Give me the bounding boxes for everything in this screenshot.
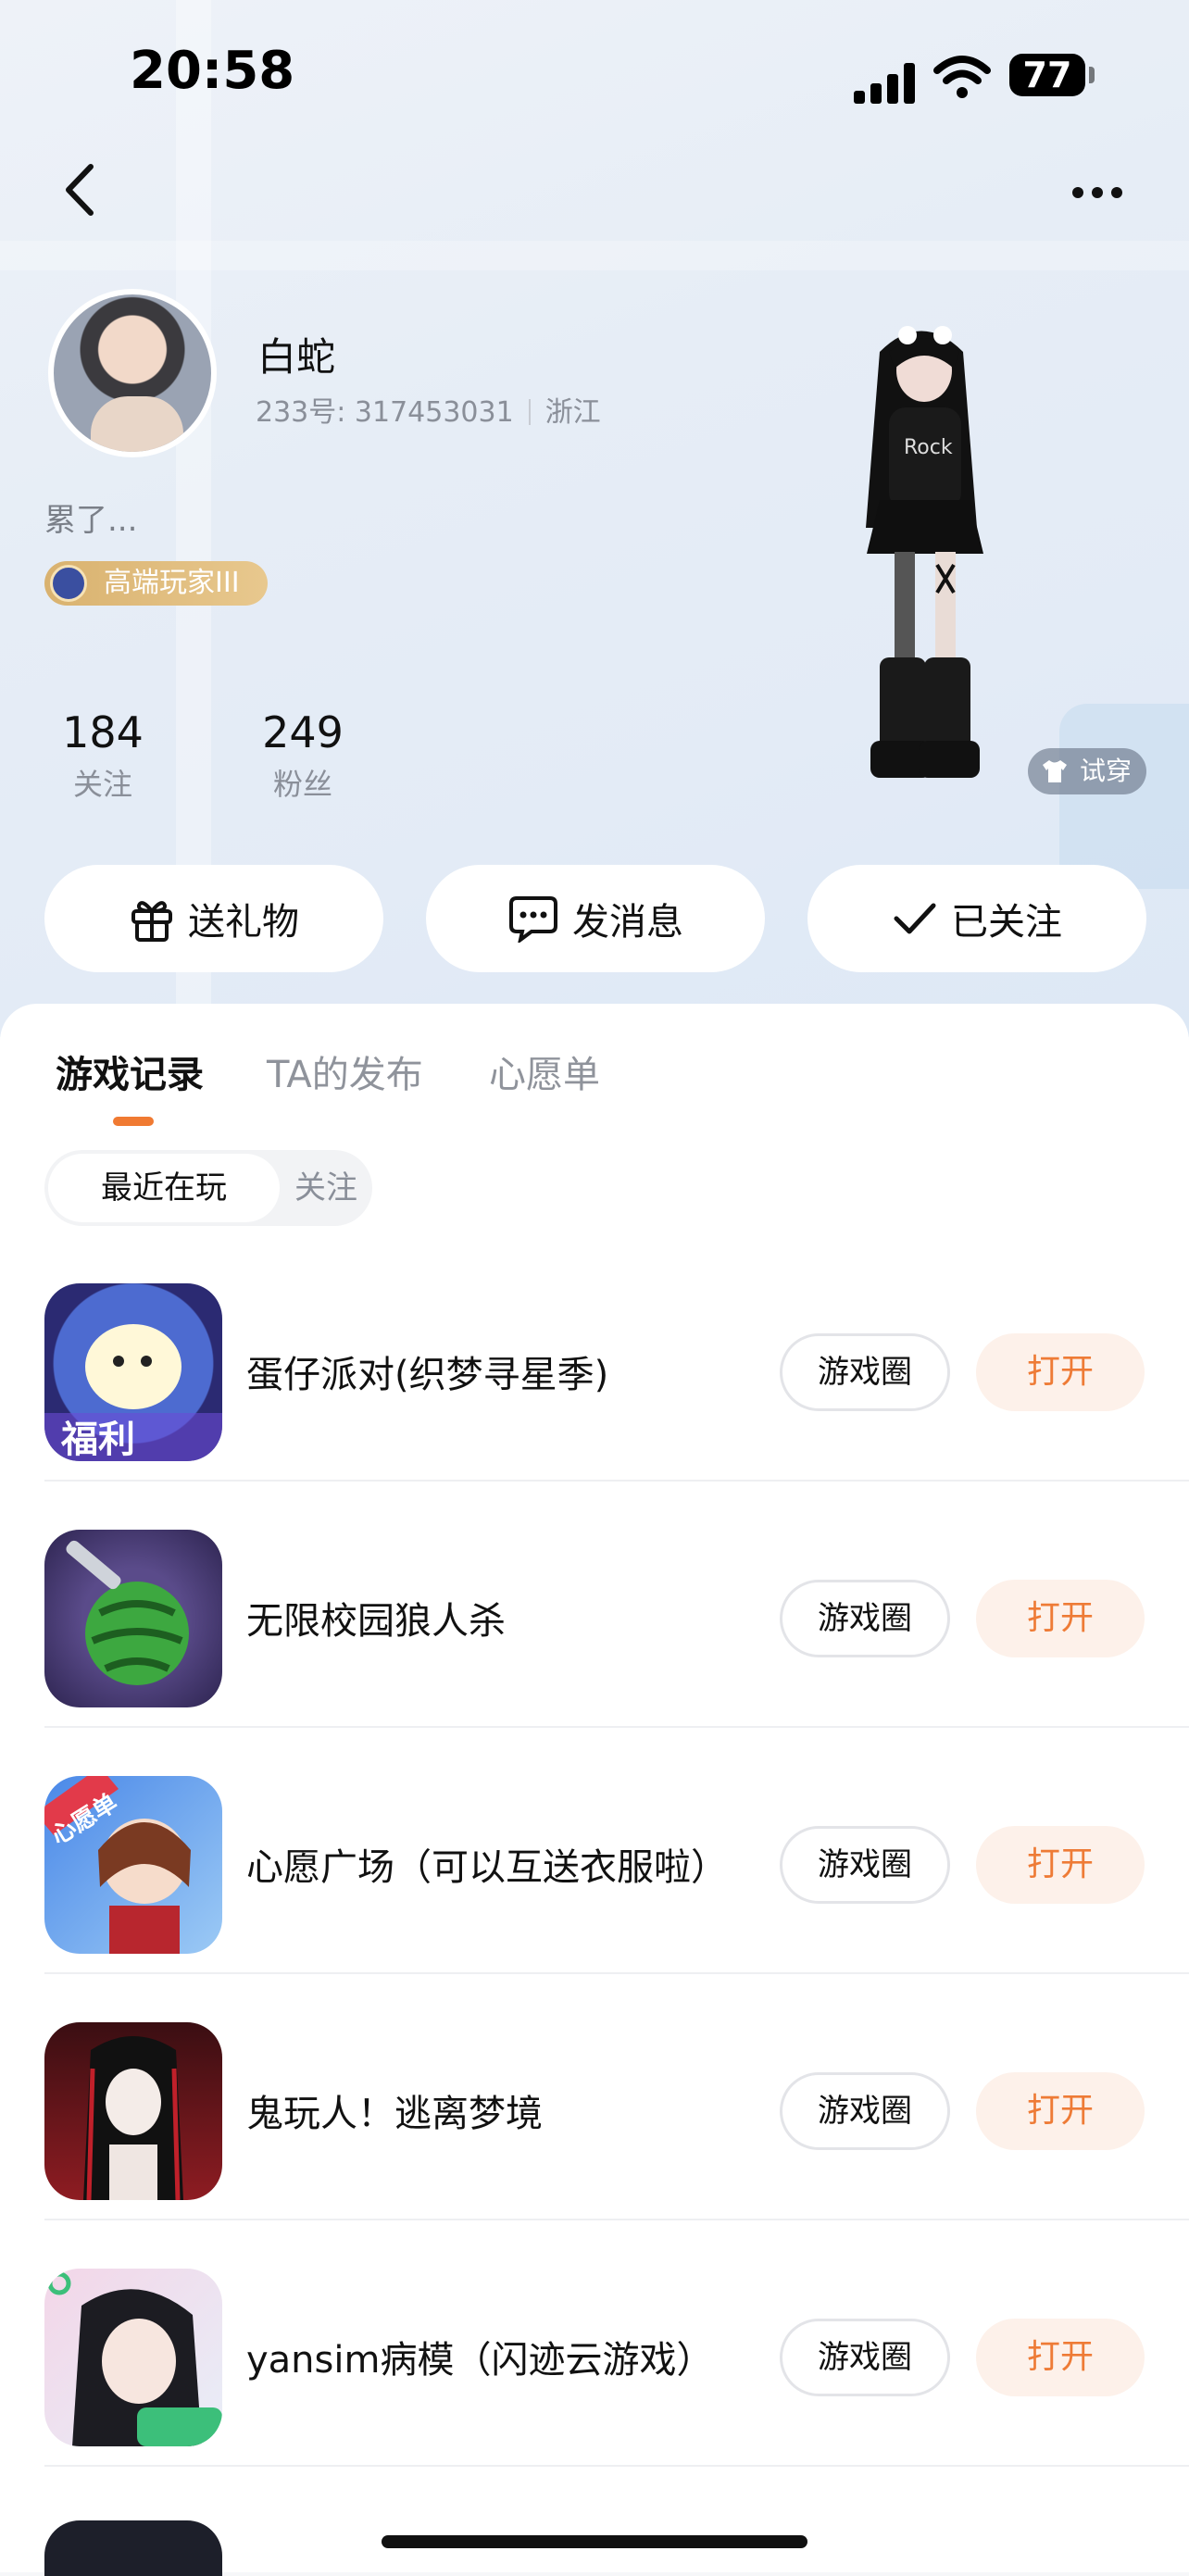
game-row[interactable]: 心愿单 心愿广场（可以互送衣服啦） 游戏圈 打开: [0, 1728, 1189, 1974]
game-circle-button[interactable]: 游戏圈: [780, 2072, 950, 2150]
followers-stat[interactable]: 249 粉丝: [233, 707, 372, 804]
status-time: 20:58: [130, 41, 295, 101]
following-label: 关注: [72, 767, 132, 802]
checkmark-icon: [894, 903, 936, 934]
row-divider: [44, 2465, 1189, 2467]
game-icon: 福利: [44, 1283, 222, 1461]
game-row[interactable]: 无限校园狼人杀 游戏圈 打开: [0, 1482, 1189, 1728]
game-row[interactable]: 福利 蛋仔派对(织梦寻星季) 游戏圈 打开: [0, 1235, 1189, 1482]
send-message-button[interactable]: 发消息: [426, 865, 765, 972]
try-on-button[interactable]: 试穿: [1028, 748, 1147, 794]
tab-posts[interactable]: TA的发布: [267, 1044, 423, 1098]
game-title: yansim病模（闪迹云游戏）: [246, 2339, 714, 2382]
status-bar: 20:58 77: [0, 41, 1189, 106]
home-indicator[interactable]: [382, 2535, 807, 2548]
active-tab-indicator: [113, 1117, 154, 1126]
open-game-button[interactable]: 打开: [976, 1826, 1145, 1904]
game-icon: [44, 1530, 222, 1707]
game-title: 无限校园狼人杀: [246, 1600, 506, 1643]
open-game-button[interactable]: 打开: [976, 1580, 1145, 1657]
user-id-line: 233号: 317453031 浙江: [256, 389, 601, 430]
send-message-label: 发消息: [572, 901, 683, 944]
game-filter-segment: 最近在玩 关注: [44, 1150, 372, 1226]
back-icon[interactable]: [54, 157, 104, 222]
avatar[interactable]: [48, 289, 217, 457]
game-circle-button[interactable]: 游戏圈: [780, 2319, 950, 2396]
game-icon: 心愿单: [44, 1776, 222, 1954]
following-stat[interactable]: 184 关注: [33, 707, 172, 804]
tab-game-records[interactable]: 游戏记录: [56, 1044, 204, 1098]
game-icon: [44, 2269, 222, 2446]
game-icon-text: 福利: [60, 1419, 135, 1461]
followers-count: 249: [262, 707, 344, 757]
following-toggle-label: 已关注: [951, 901, 1062, 944]
level-badge[interactable]: 高端玩家III: [44, 561, 268, 606]
avatar-character-figure[interactable]: Rock: [815, 315, 1028, 796]
shirt-icon: [1043, 760, 1067, 782]
wifi-icon: [933, 56, 991, 98]
level-badge-label: 高端玩家III: [104, 567, 240, 599]
light-beam: [0, 241, 1189, 270]
more-options-icon[interactable]: [1065, 174, 1130, 211]
send-gift-button[interactable]: 送礼物: [44, 865, 383, 972]
decor-shape: [1059, 704, 1189, 889]
game-title: 心愿广场（可以互送衣服啦）: [246, 1846, 728, 1889]
user-id: 233号: 317453031: [256, 396, 514, 429]
segment-recently-played[interactable]: 最近在玩: [48, 1154, 280, 1222]
badge-icon: [50, 565, 87, 602]
segment-followed[interactable]: 关注: [280, 1150, 372, 1226]
user-location: 浙江: [544, 396, 601, 429]
signal-icon: [854, 63, 917, 104]
game-row[interactable]: 鬼玩人！逃离梦境 游戏圈 打开: [0, 1974, 1189, 2220]
game-row[interactable]: yansim病模（闪迹云游戏） 游戏圈 打开: [0, 2220, 1189, 2467]
username: 白蛇: [257, 334, 336, 380]
tab-wishlist[interactable]: 心愿单: [489, 1044, 600, 1098]
game-circle-button[interactable]: 游戏圈: [780, 1826, 950, 1904]
open-game-button[interactable]: 打开: [976, 2072, 1145, 2150]
followers-label: 粉丝: [272, 767, 332, 802]
divider: [528, 399, 531, 425]
user-bio: 累了...: [44, 502, 138, 539]
chat-icon: [509, 896, 557, 943]
open-game-button[interactable]: 打开: [976, 1333, 1145, 1411]
battery-icon: 77: [1009, 54, 1095, 96]
game-icon: [44, 2022, 222, 2200]
game-circle-button[interactable]: 游戏圈: [780, 1580, 950, 1657]
try-on-label: 试穿: [1080, 756, 1133, 786]
game-circle-button[interactable]: 游戏圈: [780, 1333, 950, 1411]
following-count: 184: [62, 707, 144, 757]
open-game-button[interactable]: 打开: [976, 2319, 1145, 2396]
following-toggle-button[interactable]: 已关注: [807, 865, 1146, 972]
gift-icon: [131, 901, 172, 942]
game-title: 鬼玩人！逃离梦境: [246, 2093, 543, 2135]
send-gift-label: 送礼物: [188, 901, 299, 944]
game-title: 蛋仔派对(织梦寻星季): [246, 1354, 609, 1396]
game-icon: [44, 2520, 222, 2576]
svg-text:Rock: Rock: [904, 436, 953, 459]
